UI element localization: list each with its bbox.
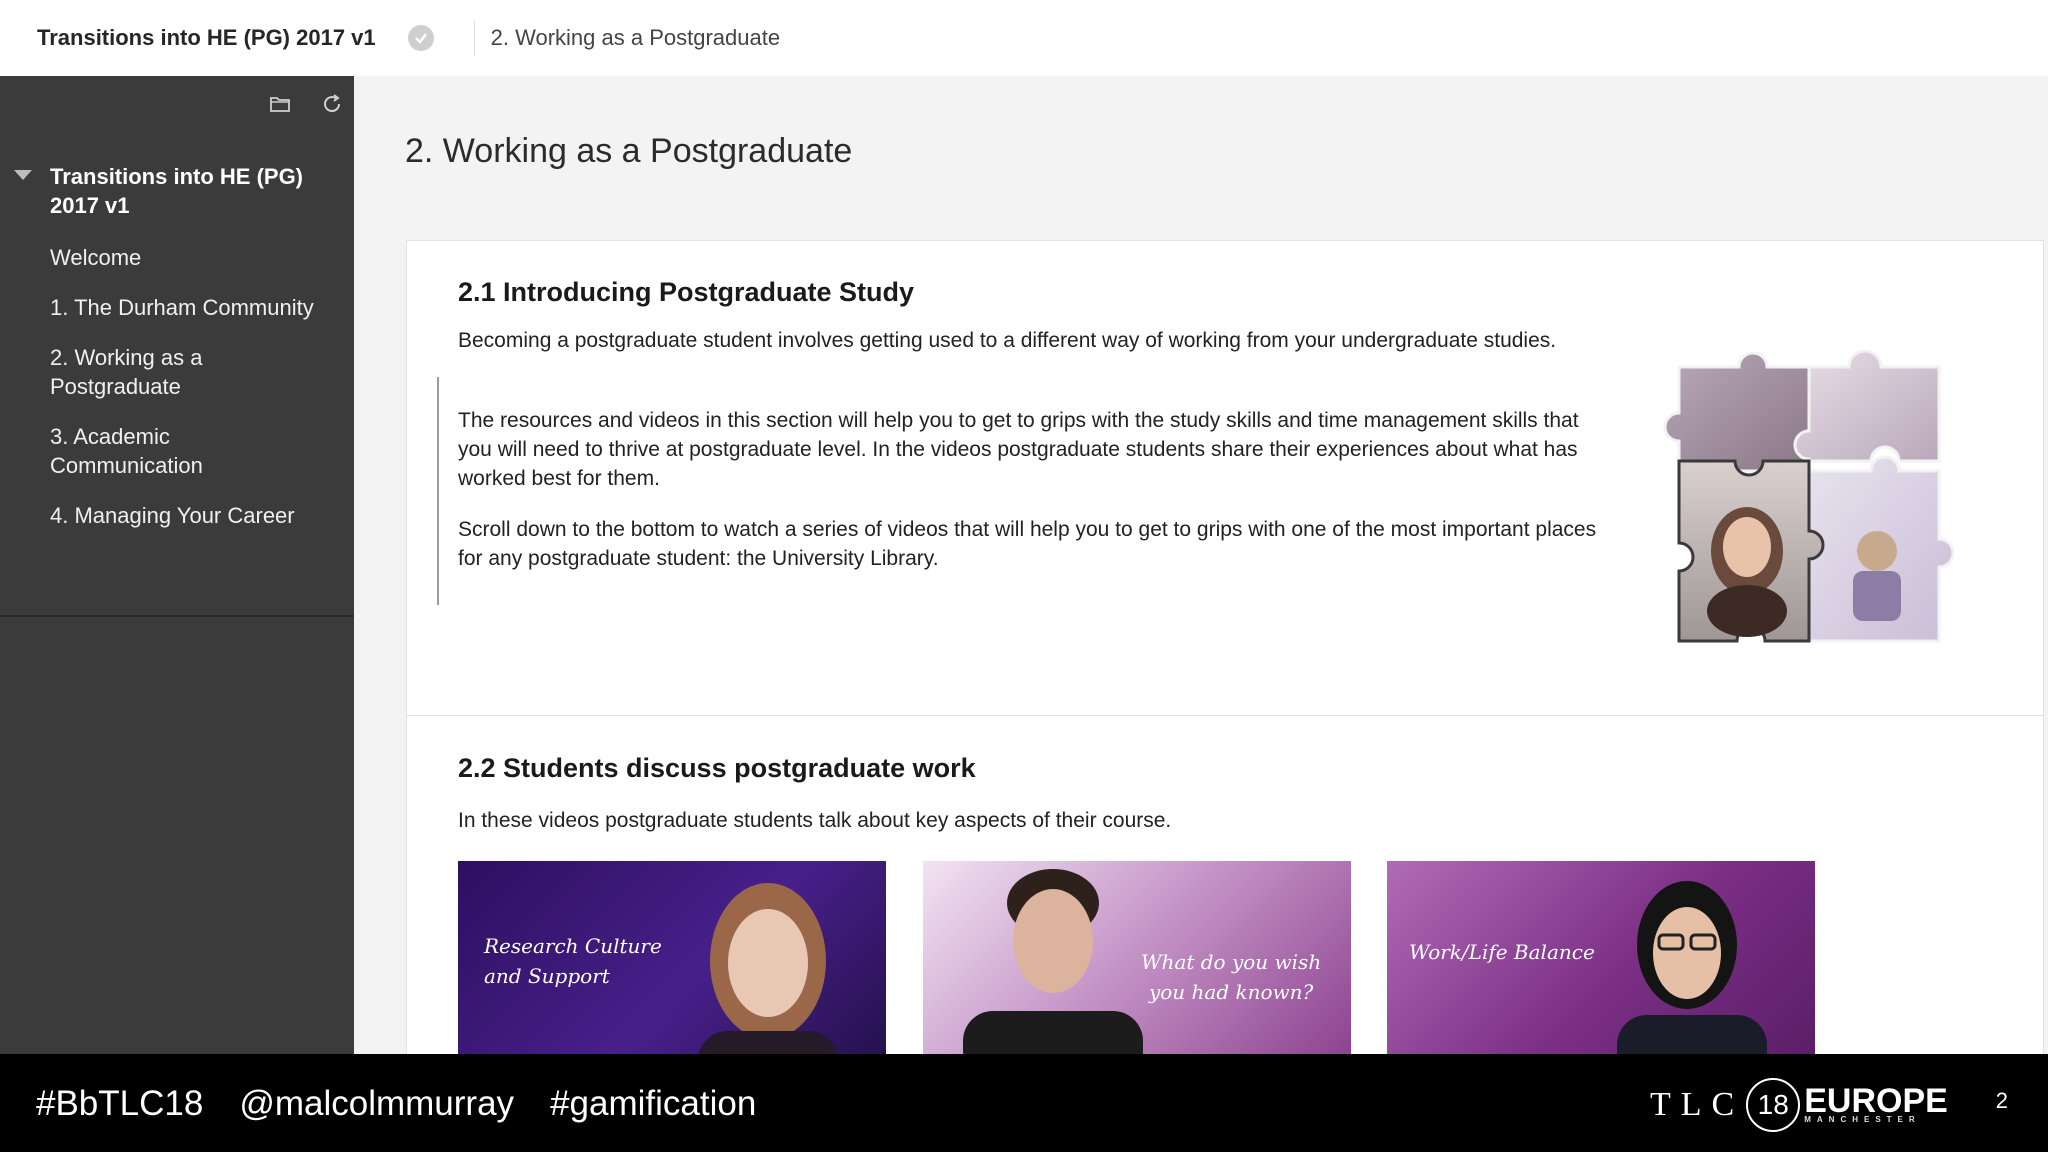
page-title: 2. Working as a Postgraduate	[405, 132, 853, 170]
section2-intro: In these videos postgraduate students ta…	[458, 809, 1172, 832]
content-card: 2.1 Introducing Postgraduate Study Becom…	[406, 240, 2044, 1072]
logo-number: 18	[1746, 1078, 1801, 1132]
refresh-icon[interactable]	[318, 90, 346, 118]
puzzle-collage-image	[1663, 349, 1955, 643]
section-students-discuss: 2.2 Students discuss postgraduate work I…	[407, 716, 2043, 1071]
sidebar-item-managing-career[interactable]: 4. Managing Your Career	[0, 501, 320, 530]
collapse-triangle-icon[interactable]	[14, 170, 32, 180]
top-header: Transitions into HE (PG) 2017 v1 2. Work…	[0, 0, 2048, 77]
speaker-image	[698, 883, 838, 1071]
sidebar-divider	[0, 615, 354, 617]
video-title: Research Culture and Support	[484, 931, 662, 991]
breadcrumb[interactable]: 2. Working as a Postgraduate	[491, 25, 780, 51]
section1-paragraph-1: Becoming a postgraduate student involves…	[458, 329, 1557, 352]
video-work-life-balance[interactable]: Work/Life Balance	[1387, 861, 1815, 1071]
hashtag: #gamification	[550, 1084, 757, 1123]
sidebar-course-title-label: Transitions into HE (PG) 2017 v1	[50, 164, 304, 218]
hashtag: #BbTLC18	[36, 1084, 204, 1123]
slide-number: 2	[1995, 1088, 2008, 1113]
logo-europe-block: EUROPE MANCHESTER	[1804, 1082, 1948, 1124]
course-sidebar: Transitions into HE (PG) 2017 v1 Welcome…	[0, 76, 354, 1054]
header-divider	[473, 20, 475, 56]
speaker-image	[1617, 881, 1767, 1071]
video-title-line: What do you wish	[1141, 950, 1322, 974]
sidebar-item-welcome[interactable]: Welcome	[0, 243, 320, 272]
hashtags: #BbTLC18 @malcolmmurray #gamification	[36, 1084, 756, 1124]
video-title-line: you had known?	[1148, 980, 1314, 1004]
section2-heading: 2.2 Students discuss postgraduate work	[458, 753, 976, 783]
course-menu: Transitions into HE (PG) 2017 v1 Welcome…	[0, 162, 354, 530]
sidebar-tools	[266, 90, 346, 118]
section1-heading: 2.1 Introducing Postgraduate Study	[458, 277, 915, 307]
sidebar-course-title[interactable]: Transitions into HE (PG) 2017 v1	[0, 162, 320, 220]
sidebar-item-working-as-postgraduate[interactable]: 2. Working as a Postgraduate	[0, 343, 320, 401]
video-research-culture[interactable]: Research Culture and Support	[458, 861, 886, 1071]
sidebar-item-academic-communication[interactable]: 3. Academic Communication	[0, 422, 320, 480]
course-name-link[interactable]: Transitions into HE (PG) 2017 v1	[37, 25, 376, 51]
logo-tlc-text: TLC	[1650, 1086, 1745, 1123]
twitter-handle: @malcolmmurray	[239, 1084, 515, 1123]
section1-paragraph-3: Scroll down to the bottom to watch a ser…	[458, 518, 1597, 570]
video-title-line: and Support	[484, 964, 610, 988]
check-icon[interactable]	[407, 25, 434, 51]
video-title: What do you wish you had known?	[1141, 947, 1321, 1007]
speaker-image	[963, 869, 1143, 1071]
folder-icon[interactable]	[266, 90, 294, 118]
video-title: Work/Life Balance	[1409, 937, 1595, 967]
section1-paragraph-2: The resources and videos in this section…	[458, 409, 1579, 490]
logo-europe-text: EUROPE	[1804, 1082, 1948, 1120]
video-title-line: Work/Life Balance	[1409, 940, 1595, 964]
content-area: 2. Working as a Postgraduate 2.1 Introdu…	[354, 76, 2048, 1072]
presentation-footer: #BbTLC18 @malcolmmurray #gamification TL…	[0, 1054, 2048, 1152]
tlc-europe-logo: TLC 18 EUROPE MANCHESTER	[1650, 1078, 1948, 1132]
section-introducing-postgraduate-study: 2.1 Introducing Postgraduate Study Becom…	[407, 241, 2043, 716]
sidebar-item-durham-community[interactable]: 1. The Durham Community	[0, 293, 320, 322]
quote-bar	[437, 377, 439, 605]
video-title-line: Research Culture	[484, 934, 662, 958]
video-what-do-you-wish[interactable]: What do you wish you had known?	[923, 861, 1351, 1071]
